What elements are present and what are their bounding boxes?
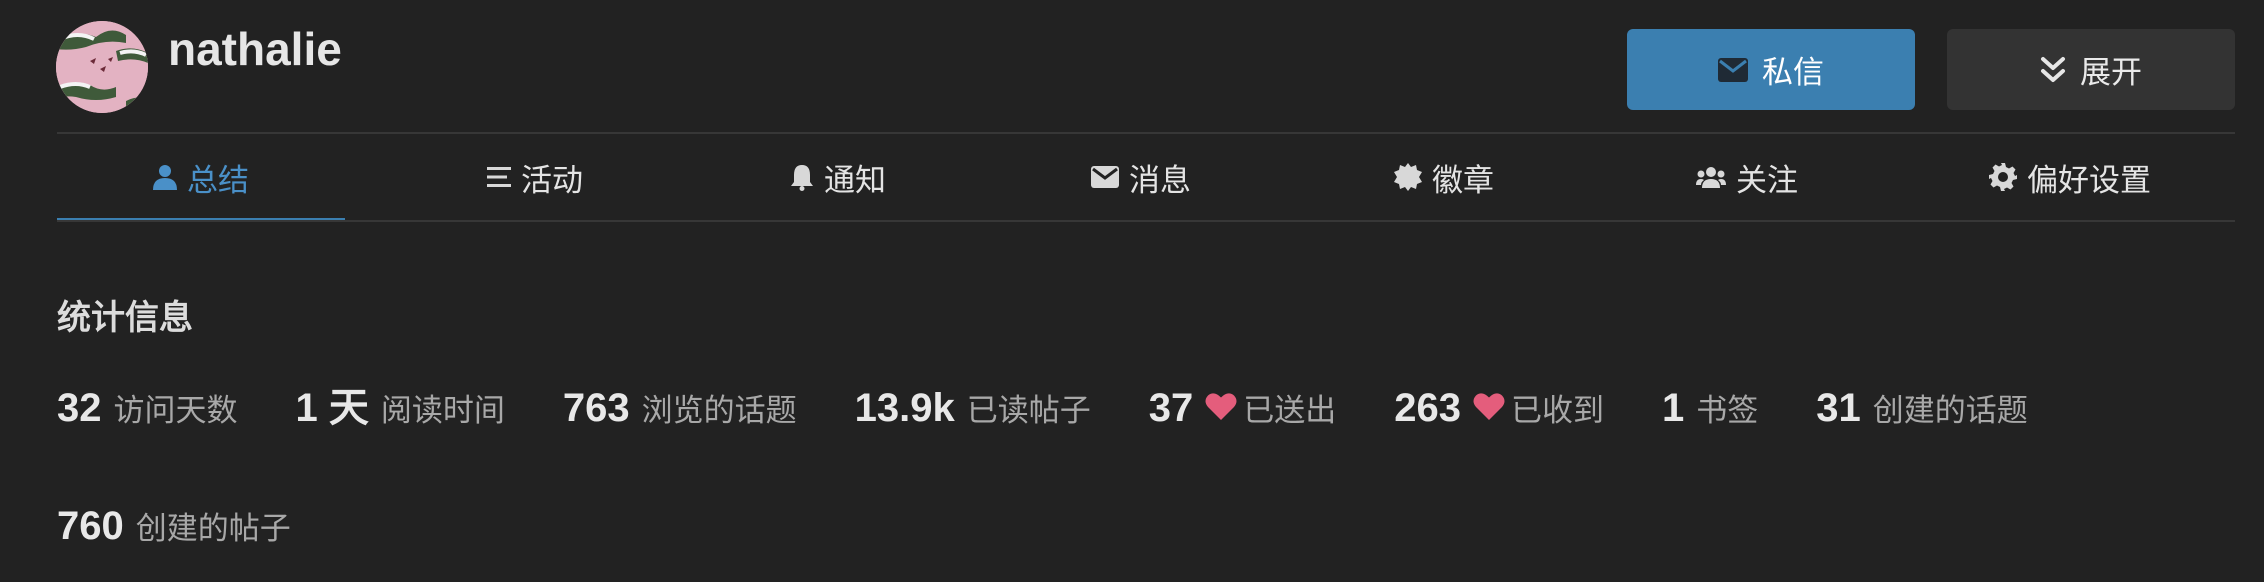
tab-messages[interactable]: 消息 [996, 134, 1286, 220]
tab-summary[interactable]: 总结 [57, 134, 345, 222]
user-profile-page: nathalie 私信 展开 总结 活动 通知 消息 徽章 关注 偏好设置 统计… [0, 0, 2264, 582]
expand-button[interactable]: 展开 [1947, 29, 2235, 110]
stat-label: 创建的帖子 [135, 511, 291, 547]
stat-label: 阅读时间 [380, 393, 505, 429]
tab-label: 总结 [187, 162, 249, 199]
envelope-icon [1091, 166, 1119, 188]
badge-icon [1394, 163, 1422, 191]
stat-topics-viewed: 763 浏览的话题 [563, 385, 797, 431]
stat-topics-created: 31 创建的话题 [1816, 385, 2028, 431]
tab-label: 消息 [1129, 162, 1191, 199]
stat-posts-read: 13.9k 已读帖子 [855, 385, 1091, 431]
tab-label: 偏好设置 [2027, 162, 2151, 199]
stat-label: 已收到 [1510, 393, 1604, 429]
envelope-icon [1718, 57, 1748, 82]
bell-icon [790, 163, 814, 191]
stat-label: 已读帖子 [966, 393, 1091, 429]
heart-icon [1473, 392, 1505, 424]
stat-likes-received: 263 已收到 [1394, 385, 1604, 431]
message-button[interactable]: 私信 [1627, 29, 1915, 110]
stat-label: 浏览的话题 [641, 393, 797, 429]
tab-label: 活动 [521, 162, 583, 199]
stat-value: 263 [1394, 386, 1461, 430]
tab-label: 关注 [1736, 162, 1798, 199]
tab-label: 徽章 [1432, 162, 1494, 199]
username: nathalie [168, 23, 342, 75]
stat-value: 37 [1148, 386, 1194, 430]
tab-following[interactable]: 关注 [1602, 134, 1892, 220]
stat-value: 760 [57, 504, 124, 548]
expand-button-label: 展开 [2080, 55, 2142, 91]
tab-label: 通知 [824, 162, 886, 199]
stat-value: 1 [1661, 386, 1685, 430]
user-icon [153, 164, 177, 190]
stat-value: 31 [1816, 386, 1861, 430]
heart-icon [1205, 392, 1237, 424]
stat-label: 创建的话题 [1872, 393, 2028, 429]
nav-divider [57, 220, 2235, 222]
stat-label: 书签 [1696, 393, 1759, 429]
avatar-image [56, 21, 148, 113]
stat-bookmarks: 1 书签 [1662, 385, 1758, 431]
stat-value: 32 [57, 386, 102, 430]
stat-label: 已送出 [1243, 393, 1337, 429]
stat-likes-given: 37 已送出 [1149, 385, 1337, 431]
stat-label: 访问天数 [113, 393, 238, 429]
list-icon [487, 166, 511, 188]
double-chevron-down-icon [2040, 56, 2066, 84]
users-icon [1696, 166, 1726, 188]
profile-nav: 总结 活动 通知 消息 徽章 关注 偏好设置 [57, 134, 2235, 222]
stats-list: 32 访问天数 1 天 阅读时间 763 浏览的话题 13.9k 已读帖子 37… [57, 375, 2207, 549]
stat-value: 763 [562, 386, 630, 430]
tab-notifications[interactable]: 通知 [693, 134, 983, 220]
stat-value: 13.9k [854, 386, 955, 430]
stat-days-visited: 32 访问天数 [57, 385, 238, 431]
stats-title: 统计信息 [57, 298, 193, 338]
tab-badges[interactable]: 徽章 [1299, 134, 1589, 220]
gear-icon [1989, 163, 2017, 191]
stat-read-time: 1 天 阅读时间 [296, 375, 505, 433]
tab-activity[interactable]: 活动 [390, 134, 680, 220]
tab-preferences[interactable]: 偏好设置 [1905, 134, 2235, 220]
message-button-label: 私信 [1762, 55, 1824, 91]
stat-posts-created: 760 创建的帖子 [57, 503, 291, 549]
stat-value: 1 天 [295, 386, 369, 430]
avatar[interactable] [56, 21, 148, 113]
